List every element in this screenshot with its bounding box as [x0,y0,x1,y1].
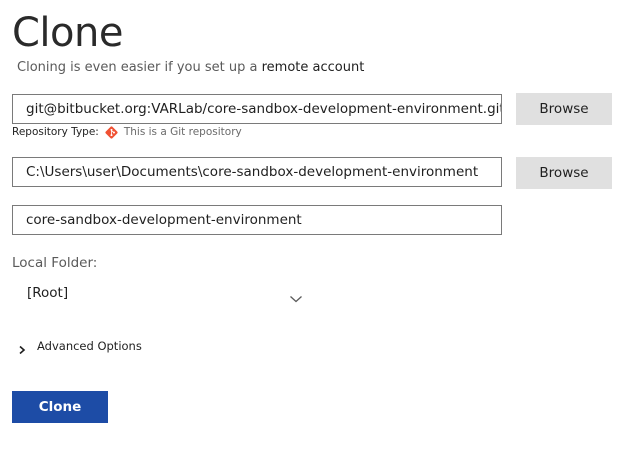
subtitle: Cloning is even easier if you set up a r… [17,60,364,76]
destination-path-input[interactable]: C:\Users\user\Documents\core-sandbox-dev… [12,157,502,187]
page-title: Clone [12,10,123,56]
repository-name-input[interactable]: core-sandbox-development-environment [12,205,502,235]
local-folder-dropdown[interactable]: [Root] [12,280,310,306]
chevron-right-icon [18,341,26,355]
git-icon [104,125,119,140]
chevron-down-icon [289,287,303,303]
local-folder-label: Local Folder: [12,255,98,271]
browse-repository-button[interactable]: Browse [516,93,612,125]
repository-type-value: This is a Git repository [123,126,242,138]
local-folder-selected: [Root] [27,285,69,301]
repository-type-label: Repository Type: [12,126,99,138]
subtitle-text: Cloning is even easier if you set up a [17,60,258,75]
browse-destination-button[interactable]: Browse [516,157,612,189]
repository-url-input[interactable]: git@bitbucket.org:VARLab/core-sandbox-de… [12,94,502,124]
advanced-options-label: Advanced Options [37,339,142,353]
repository-type: Repository Type: This is a Git repositor… [12,124,242,140]
advanced-options-toggle[interactable]: Advanced Options [18,336,142,356]
clone-button[interactable]: Clone [12,391,108,423]
remote-account-link[interactable]: remote account [262,60,365,75]
